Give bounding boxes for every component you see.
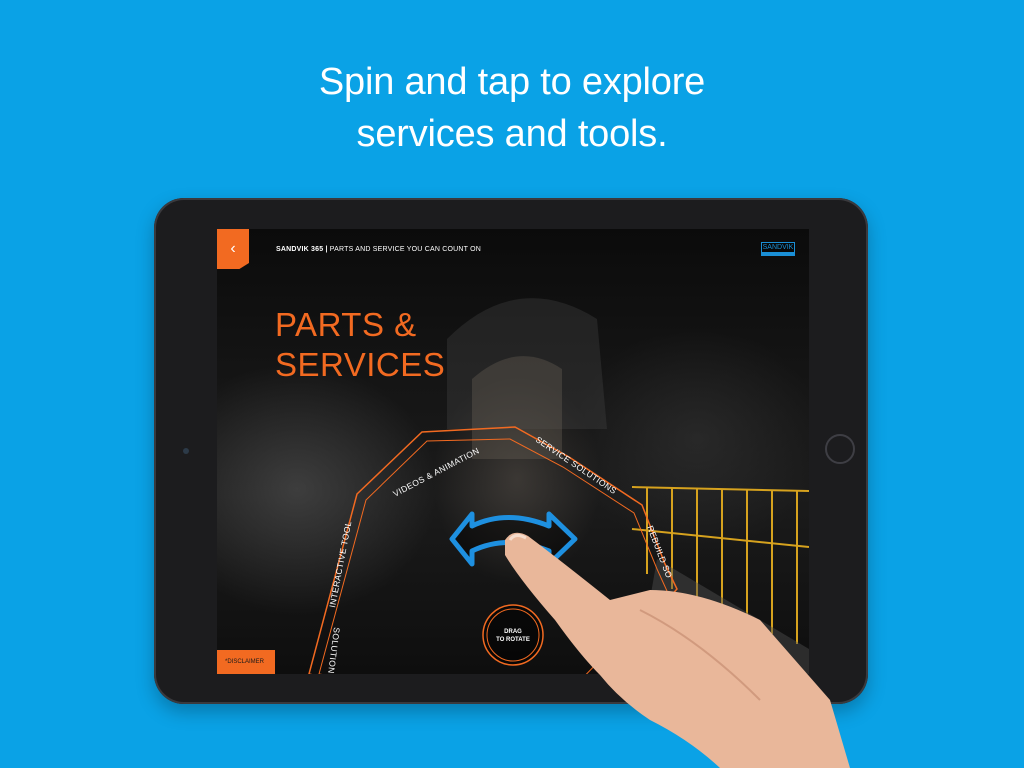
hand-pointer-illustration: [505, 532, 850, 768]
